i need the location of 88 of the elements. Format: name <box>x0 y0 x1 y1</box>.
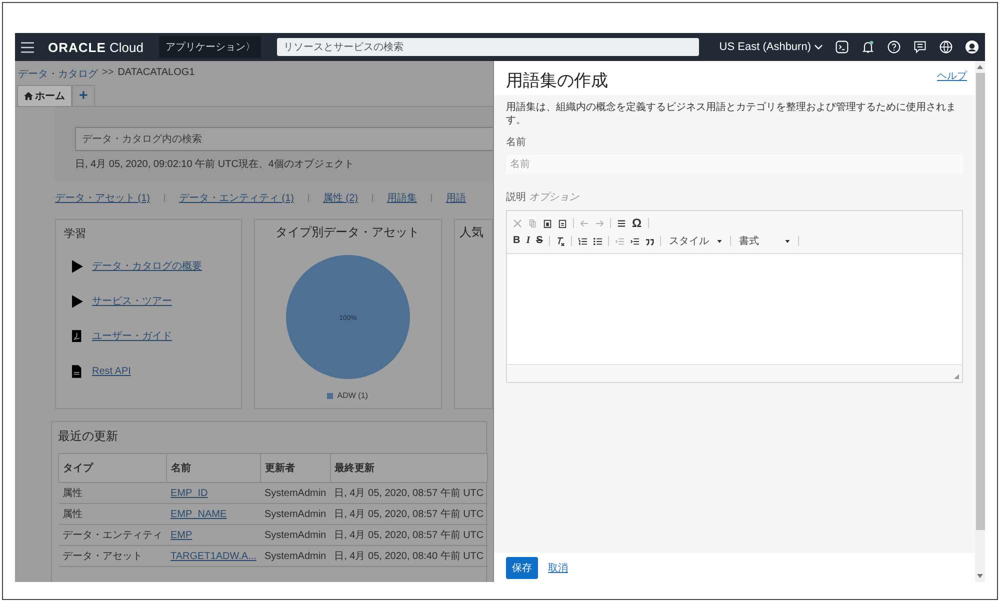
table-cell: SystemAdmin <box>260 546 330 566</box>
field-label: 説明 <box>506 190 526 204</box>
scrollbar[interactable] <box>975 61 985 582</box>
table-cell: 日, 4月 05, 2020, 08:57 午前 UTC <box>330 482 488 504</box>
save-button[interactable]: 保存 <box>506 556 538 578</box>
table-cell: SystemAdmin <box>260 482 330 504</box>
summary-link[interactable]: データ・エンティティ (1) <box>179 191 294 205</box>
pdf-icon <box>72 330 83 342</box>
clear-format-icon[interactable] <box>556 236 565 246</box>
legend-swatch <box>327 392 334 398</box>
tab[interactable]: ホーム <box>17 85 72 106</box>
learning-link[interactable]: ユーザー・ガイド <box>92 329 172 343</box>
search-field[interactable]: リソースとサービスの検索 <box>277 38 700 56</box>
paste-text-icon[interactable] <box>558 218 567 228</box>
menu-icon[interactable] <box>21 42 34 52</box>
table-cell: データ・アセット <box>58 546 166 566</box>
table-cell: データ・エンティティ <box>58 524 166 546</box>
play-icon <box>72 294 83 308</box>
name-link[interactable]: EMP <box>170 530 192 540</box>
table-cell: 日, 4月 05, 2020, 08:57 午前 UTC <box>330 524 488 546</box>
chat-icon[interactable] <box>913 40 927 54</box>
field-label: 名前 <box>506 136 527 149</box>
special-character-button[interactable]: Ω <box>632 217 642 229</box>
chevron-down-icon <box>814 44 823 50</box>
indent-icon[interactable] <box>630 236 639 246</box>
globe-icon[interactable] <box>939 40 953 54</box>
breadcrumb-separator: >> <box>102 67 114 80</box>
blockquote-icon[interactable] <box>644 236 654 246</box>
region-selector[interactable]: US East (Ashburn) <box>719 41 823 53</box>
name-field[interactable]: 名前 <box>506 155 963 174</box>
document-icon <box>72 364 83 378</box>
bell-icon[interactable] <box>861 40 875 54</box>
paste-icon[interactable] <box>543 218 552 228</box>
cancel-link[interactable]: 取消 <box>548 560 568 574</box>
column-header: 更新者 <box>260 454 330 482</box>
summary-link[interactable]: データ・アセット (1) <box>55 191 150 205</box>
learning-link[interactable]: Rest API <box>92 366 131 376</box>
scroll-down-icon[interactable] <box>977 574 983 578</box>
legend-label: ADW (1) <box>337 391 368 400</box>
table-cell: 属性 <box>58 504 166 524</box>
table-cell: 属性 <box>58 482 166 504</box>
summary-link[interactable]: 用語集 <box>387 191 417 205</box>
card-title: 人気 <box>460 224 485 241</box>
breadcrumb-current: DATACATALOG1 <box>118 67 195 80</box>
breadcrumb-link[interactable]: データ・カタログ <box>18 67 98 81</box>
card-title: 学習 <box>64 227 87 241</box>
strikethrough-button[interactable]: S <box>536 235 543 247</box>
styles-dropdown[interactable]: スタイル <box>666 234 724 248</box>
horizontal-line-icon[interactable] <box>617 218 626 228</box>
summary-link[interactable]: 属性 (2) <box>323 191 358 205</box>
name-link[interactable]: EMP_ID <box>170 488 208 498</box>
learning-link[interactable]: データ・カタログの概要 <box>92 259 202 273</box>
applications-button[interactable]: アプリケーション〉 <box>159 36 262 58</box>
caret-icon <box>784 240 790 242</box>
column-header: 名前 <box>166 454 260 482</box>
catalog-search-field[interactable]: データ・カタログ内の検索 <box>75 127 493 151</box>
summary-link[interactable]: 用語 <box>446 191 466 205</box>
format-dropdown[interactable]: 書式 <box>736 234 792 248</box>
italic-button[interactable]: I <box>526 235 530 247</box>
play-icon <box>72 260 83 272</box>
caret-icon <box>716 240 722 242</box>
panel-title: 用語集の作成 <box>506 70 608 89</box>
bulleted-list-icon[interactable] <box>592 236 602 246</box>
resize-grip-icon[interactable] <box>954 374 959 379</box>
learning-link[interactable]: サービス・ツアー <box>92 294 172 308</box>
numbered-list-icon[interactable] <box>578 236 587 246</box>
name-link[interactable]: EMP_NAME <box>170 508 227 520</box>
brand-logo[interactable]: ORACLE Cloud <box>48 40 144 54</box>
table-cell: 日, 4月 05, 2020, 08:40 午前 UTC <box>330 546 488 566</box>
catalog-info-text: 日, 4月 05, 2020, 09:02:10 午前 UTC現在、4個のオブジェクト <box>75 158 355 171</box>
avatar-icon[interactable] <box>965 40 979 54</box>
help-link[interactable]: ヘルプ <box>937 69 967 89</box>
home-icon <box>24 92 33 100</box>
help-icon[interactable] <box>887 40 901 54</box>
table-cell: 日, 4月 05, 2020, 08:57 午前 UTC <box>330 504 488 524</box>
card-title: 最近の更新 <box>58 428 119 445</box>
optional-label: オプション <box>529 190 579 204</box>
bold-button[interactable]: B <box>513 235 520 247</box>
column-header: 最終更新 <box>330 454 488 482</box>
table-cell: SystemAdmin <box>260 504 330 524</box>
terminal-icon[interactable] <box>835 40 849 54</box>
name-link[interactable]: TARGET1ADW.A... <box>170 550 256 562</box>
column-header: タイプ <box>58 454 166 482</box>
description-text: 用語集は、組織内の概念を定義するビジネス用語とカテゴリを整理および管理するために使用されます。 <box>506 101 957 127</box>
tab[interactable]: + <box>72 85 95 106</box>
table-cell: SystemAdmin <box>260 524 330 546</box>
scroll-up-icon[interactable] <box>977 65 983 69</box>
card-title: タイプ別データ・アセット <box>276 224 420 241</box>
